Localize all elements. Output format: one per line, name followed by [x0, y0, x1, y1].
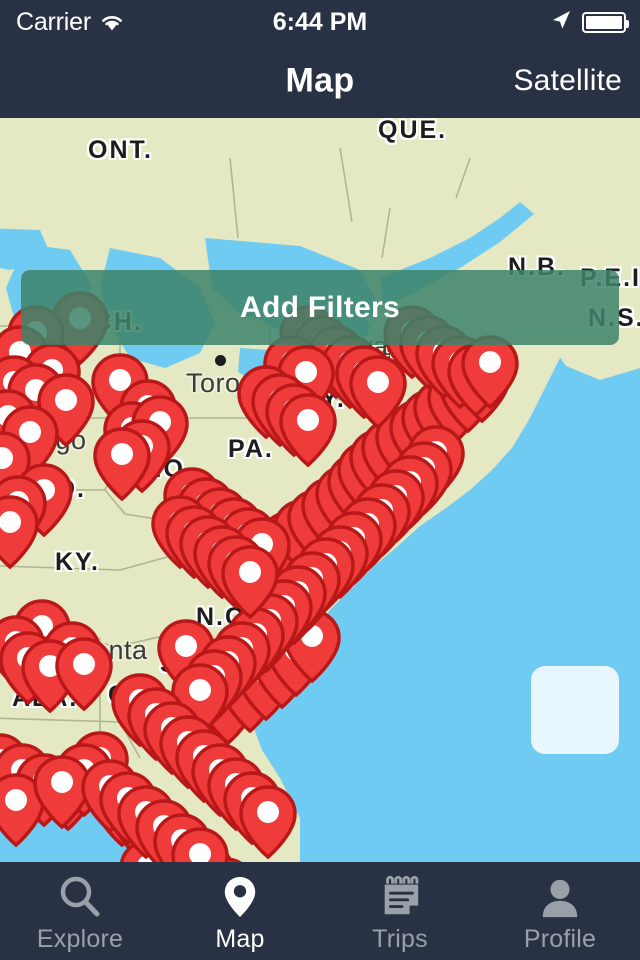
satellite-toggle-button[interactable]: Satellite	[513, 64, 622, 98]
tab-explore[interactable]: Explore	[0, 862, 160, 960]
city-dot-chicago	[20, 418, 31, 429]
city-dot-toronto	[215, 355, 226, 366]
tab-label-trips: Trips	[372, 925, 428, 953]
status-bar: Carrier 6:44 PM	[0, 0, 640, 44]
person-icon	[538, 874, 582, 920]
tab-bar: Explore Map Trips Profile	[0, 862, 640, 960]
map-pin-icon	[221, 874, 259, 920]
tab-trips[interactable]: Trips	[320, 862, 480, 960]
status-bar-time: 6:44 PM	[272, 7, 368, 36]
city-dot-atlanta	[100, 663, 111, 674]
app-screen: Carrier 6:44 PM Map Satellite ONT. QUE. …	[0, 0, 640, 960]
tab-profile[interactable]: Profile	[480, 862, 640, 960]
tab-label-explore: Explore	[36, 925, 124, 953]
tab-label-map: Map	[215, 925, 265, 953]
navigation-bar: Map Satellite	[0, 44, 640, 118]
location-arrow-icon	[550, 9, 572, 36]
search-icon	[57, 874, 103, 920]
add-filters-button[interactable]: Add Filters	[21, 270, 619, 345]
tab-label-profile: Profile	[523, 925, 597, 953]
battery-full-icon	[582, 11, 629, 33]
status-bar-right	[550, 9, 629, 36]
locate-me-button[interactable]	[531, 666, 619, 754]
map-canvas[interactable]: ONT.QUE.MICH.OHIOIND.PA.W.VA.VA.KY.N.C.S…	[0, 118, 640, 862]
notepad-icon	[378, 874, 422, 920]
tab-map[interactable]: Map	[160, 862, 320, 960]
